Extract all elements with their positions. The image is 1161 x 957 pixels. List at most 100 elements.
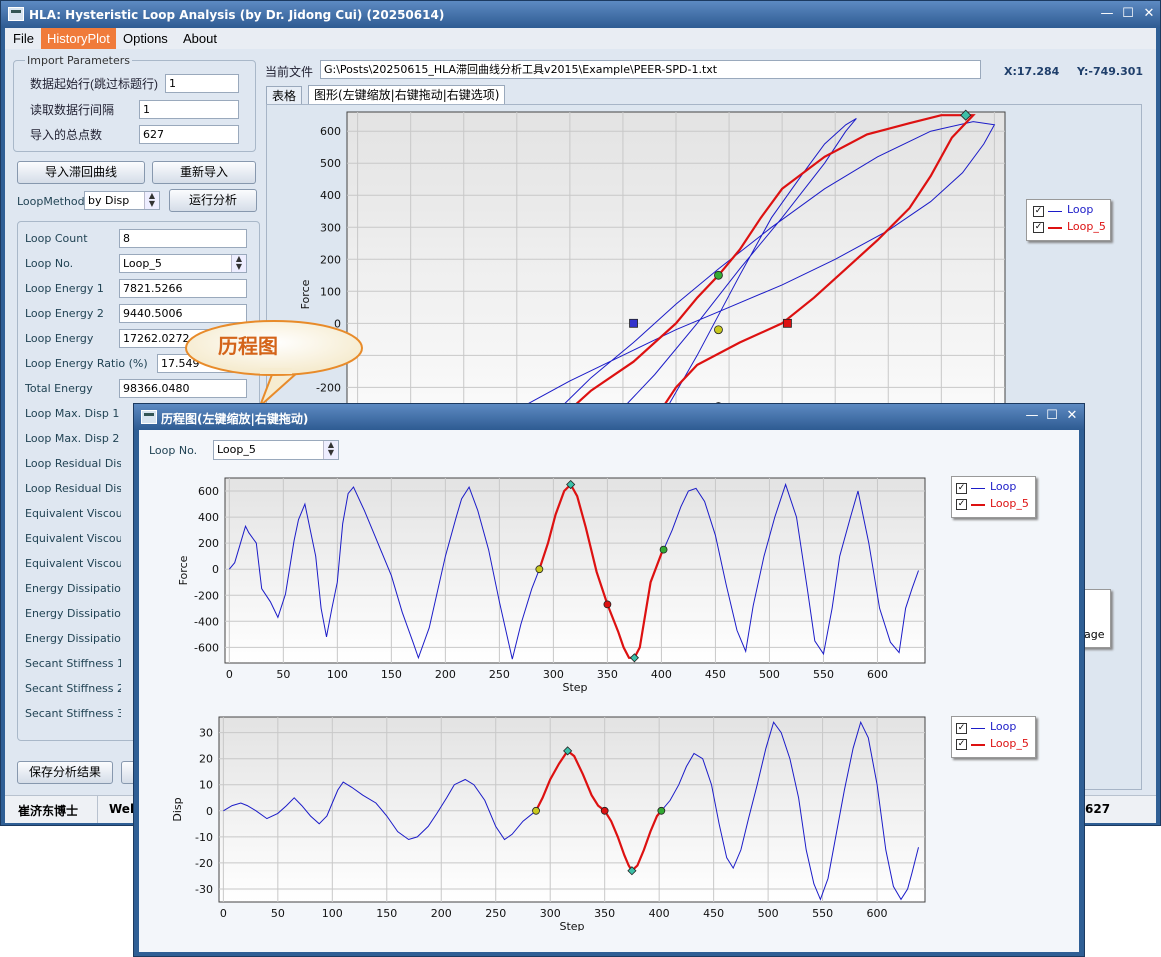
menu-history-plot[interactable]: HistoryPlot <box>41 28 116 49</box>
cursor-x-readout: X:17.284 <box>1004 65 1060 78</box>
disp-history-chart[interactable]: 3020100-10-20-300 50 100 150 200 250 300 350 400… <box>139 706 939 931</box>
result-value[interactable]: 8 <box>119 229 247 248</box>
x-tick-label: 600 <box>867 907 888 920</box>
x-tick-label: 400 <box>649 907 670 920</box>
result-label: Loop Count <box>25 232 88 245</box>
history-close-icon[interactable]: ✕ <box>1064 408 1080 423</box>
x-tick-label: 350 <box>597 668 618 681</box>
x-axis-label: Step <box>559 920 584 931</box>
force-loop5-checkbox[interactable]: ✓ <box>956 499 967 510</box>
y-tick-label: 400 <box>320 189 341 202</box>
disp-loop-swatch <box>971 728 985 729</box>
save-results-button[interactable]: 保存分析结果 <box>17 761 113 784</box>
status-count: 627 <box>1085 802 1111 816</box>
import-curve-button[interactable]: 导入滞回曲线 <box>17 161 145 184</box>
current-file-label: 当前文件 <box>265 65 314 79</box>
y-tick-label: -20 <box>195 857 213 870</box>
history-spinner-arrows-icon[interactable]: ▲ ▼ <box>323 441 338 459</box>
x-tick-label: 50 <box>271 907 285 920</box>
tab-table[interactable]: 表格 <box>266 86 303 105</box>
data-point-marker <box>532 806 540 815</box>
row-interval-input[interactable]: 1 <box>139 100 239 119</box>
result-label: Loop Energy 2 <box>25 307 104 320</box>
result-label: Secant Stiffness 1 <box>25 657 121 670</box>
y-tick-label: 600 <box>198 485 219 498</box>
force-history-chart[interactable]: 600 400 200 0 -200 -400 -600 0 50 100 150 200 250 300… <box>139 468 939 693</box>
history-loop-no-value: Loop_5 <box>217 443 256 456</box>
menu-file[interactable]: File <box>7 28 40 49</box>
loop5-checkbox[interactable]: ✓ <box>1033 222 1044 233</box>
result-value[interactable]: Loop_5 ▲ ▼ <box>119 254 247 273</box>
x-tick-label: 400 <box>651 668 672 681</box>
y-tick-label: 10 <box>199 779 213 792</box>
result-label: Secant Stiffness 2 <box>25 682 121 695</box>
legend-loop5-label: Loop_5 <box>1067 220 1106 233</box>
close-icon[interactable]: ✕ <box>1141 6 1157 21</box>
x-tick-label: 50 <box>276 668 290 681</box>
x-tick-label: 200 <box>435 668 456 681</box>
x-tick-label: 250 <box>485 907 506 920</box>
total-points-label: 导入的总点数 <box>30 128 103 142</box>
x-tick-label: 600 <box>867 668 888 681</box>
disp-loop-checkbox[interactable]: ✓ <box>956 723 967 734</box>
x-tick-label: 450 <box>703 907 724 920</box>
total-points-input[interactable]: 627 <box>139 125 239 144</box>
loop-legend-swatch <box>1048 211 1062 212</box>
minimize-icon[interactable]: — <box>1099 6 1115 21</box>
x-tick-label: 300 <box>543 668 564 681</box>
main-window-title: HLA: Hysteristic Loop Analysis (by Dr. J… <box>29 8 445 22</box>
start-row-input[interactable]: 1 <box>165 74 239 93</box>
force-loop5-swatch <box>971 504 985 506</box>
x-tick-label: 350 <box>594 907 615 920</box>
y-tick-label: 400 <box>198 511 219 524</box>
cursor-y-readout: Y:-749.301 <box>1077 65 1144 78</box>
history-maximize-icon[interactable]: ☐ <box>1044 408 1060 423</box>
x-tick-label: 250 <box>489 668 510 681</box>
disp-legend-loop5-label: Loop_5 <box>990 737 1029 750</box>
history-window: 历程图(左键缩放|右键拖动) — ☐ ✕ Loop No. Loop_5 ▲ ▼ … <box>133 403 1085 957</box>
data-point-marker <box>600 806 609 815</box>
tab-graph[interactable]: 图形(左键缩放|右键拖动|右键选项) <box>308 85 506 105</box>
x-tick-label: 100 <box>327 668 348 681</box>
main-title-bar[interactable]: HLA: Hysteristic Loop Analysis (by Dr. J… <box>1 1 1160 28</box>
hysteresis-legend: ✓ Loop ✓ Loop_5 <box>1026 199 1111 241</box>
result-label: Loop Energy <box>25 332 94 345</box>
y-axis-label: Disp <box>171 797 184 821</box>
current-file-path[interactable]: G:\Posts\20250615_HLA滞回曲线分析工具v2015\Examp… <box>320 60 981 79</box>
menu-options[interactable]: Options <box>117 28 174 49</box>
y-tick-label: 500 <box>320 157 341 170</box>
result-label: Equivalent ViscousDam <box>25 532 121 545</box>
history-loop-no-label: Loop No. <box>149 444 198 457</box>
y-tick-label: 30 <box>199 727 213 740</box>
result-value[interactable]: 7821.5266 <box>119 279 247 298</box>
history-minimize-icon[interactable]: — <box>1024 408 1040 423</box>
legend-loop-label: Loop <box>1067 203 1094 216</box>
reimport-button[interactable]: 重新导入 <box>152 161 256 184</box>
menu-about[interactable]: About <box>177 28 223 49</box>
spinner-arrows-icon[interactable]: ▲ ▼ <box>144 192 159 209</box>
data-point-marker <box>657 806 666 815</box>
result-label: Energy Dissipation coe <box>25 632 121 645</box>
data-point-marker <box>603 600 612 609</box>
partial-legend-text: age <box>1084 628 1105 641</box>
data-point-marker <box>629 318 638 328</box>
x-axis-label: Step <box>562 681 587 693</box>
history-title-bar[interactable]: 历程图(左键缩放|右键拖动) — ☐ ✕ <box>134 404 1084 430</box>
loop-no-spinner-icon[interactable]: ▲ ▼ <box>231 255 246 272</box>
loop-checkbox[interactable]: ✓ <box>1033 206 1044 217</box>
run-analysis-button[interactable]: 运行分析 <box>169 189 257 212</box>
maximize-icon[interactable]: ☐ <box>1120 6 1136 21</box>
start-row-label: 数据起始行(跳过标题行) <box>30 77 158 91</box>
app-icon <box>8 7 24 21</box>
x-tick-label: 500 <box>759 668 780 681</box>
result-label: Equivalent ViscousDam <box>25 507 121 520</box>
x-tick-label: 500 <box>758 907 779 920</box>
force-loop-checkbox[interactable]: ✓ <box>956 483 967 494</box>
disp-loop5-checkbox[interactable]: ✓ <box>956 739 967 750</box>
loop-method-select[interactable]: by Disp ▲ ▼ <box>84 191 160 210</box>
result-label: Equivalent ViscousDam <box>25 557 121 570</box>
data-point-marker <box>535 565 544 574</box>
history-loop-no-select[interactable]: Loop_5 ▲ ▼ <box>213 440 339 460</box>
y-tick-label: 100 <box>320 285 341 298</box>
x-tick-label: 200 <box>431 907 452 920</box>
